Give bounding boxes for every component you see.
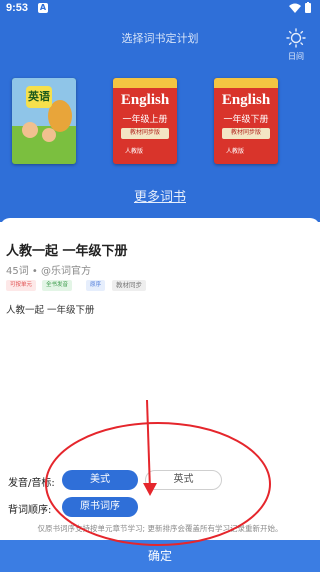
- page-title: 选择词书定计划: [121, 33, 199, 45]
- theme-label: 日间: [288, 52, 304, 61]
- cover-title: English: [120, 92, 170, 108]
- feature-tag: 原序: [86, 280, 106, 291]
- original-order-button[interactable]: 原书词序: [62, 497, 138, 517]
- book-description: 人教一起 一年级下册: [6, 305, 95, 316]
- book-picker-area: 9:53 A 选择词书定计划 日间 英语 English 一年级上册 教材同步版…: [0, 0, 320, 222]
- sun-icon: [286, 28, 306, 48]
- word-order-label: 背词顺序:: [8, 505, 52, 516]
- cover-publisher: 人教版: [125, 149, 144, 155]
- book-cover-3[interactable]: English 一年级下册 教材同步版 人教版: [214, 78, 278, 164]
- cover-title: 英语: [26, 86, 52, 108]
- status-time: 9:53: [6, 2, 29, 14]
- feature-tag: 教材同步: [112, 280, 146, 291]
- cover-tag: 教材同步版: [121, 128, 169, 139]
- cover-stripe: [113, 78, 177, 88]
- more-books-link[interactable]: 更多词书: [0, 186, 320, 205]
- cover-figure: [42, 128, 56, 142]
- book-meta: 45词 • @乐词官方: [6, 266, 91, 277]
- cover-stripe: [214, 78, 278, 88]
- feature-tag: 全书发音: [42, 280, 73, 291]
- book-name: 人教一起 一年级下册: [6, 244, 128, 259]
- cover-title: English: [221, 92, 271, 108]
- pronunciation-us-button[interactable]: 美式: [62, 470, 138, 490]
- confirm-button[interactable]: 确定: [0, 540, 320, 572]
- cover-grade: 一年级下册: [223, 114, 269, 124]
- order-hint: 仅原书词序支持按单元章节学习; 更新排序会覆盖所有学习记录重新开始。: [37, 524, 283, 533]
- pronunciation-uk-button[interactable]: 英式: [145, 470, 222, 490]
- wifi-battery-icon: [289, 2, 311, 13]
- feature-tag: 可按单元: [6, 280, 37, 291]
- theme-toggle-button[interactable]: 日间: [282, 28, 310, 64]
- book-cover-1[interactable]: 英语: [12, 78, 76, 164]
- cover-grade: 一年级上册: [122, 114, 168, 124]
- book-cover-2[interactable]: English 一年级上册 教材同步版 人教版: [113, 78, 177, 164]
- cover-figure: [22, 122, 38, 138]
- book-detail-sheet: 人教一起 一年级下册 45词 • @乐词官方 可按单元 全书发音 原序 教材同步…: [0, 218, 320, 572]
- status-bar: 9:53 A: [0, 0, 320, 18]
- pronunciation-label: 发音/音标:: [8, 478, 55, 489]
- notification-icon: A: [38, 3, 48, 13]
- cover-tag: 教材同步版: [222, 128, 270, 139]
- cover-publisher: 人教版: [226, 149, 245, 155]
